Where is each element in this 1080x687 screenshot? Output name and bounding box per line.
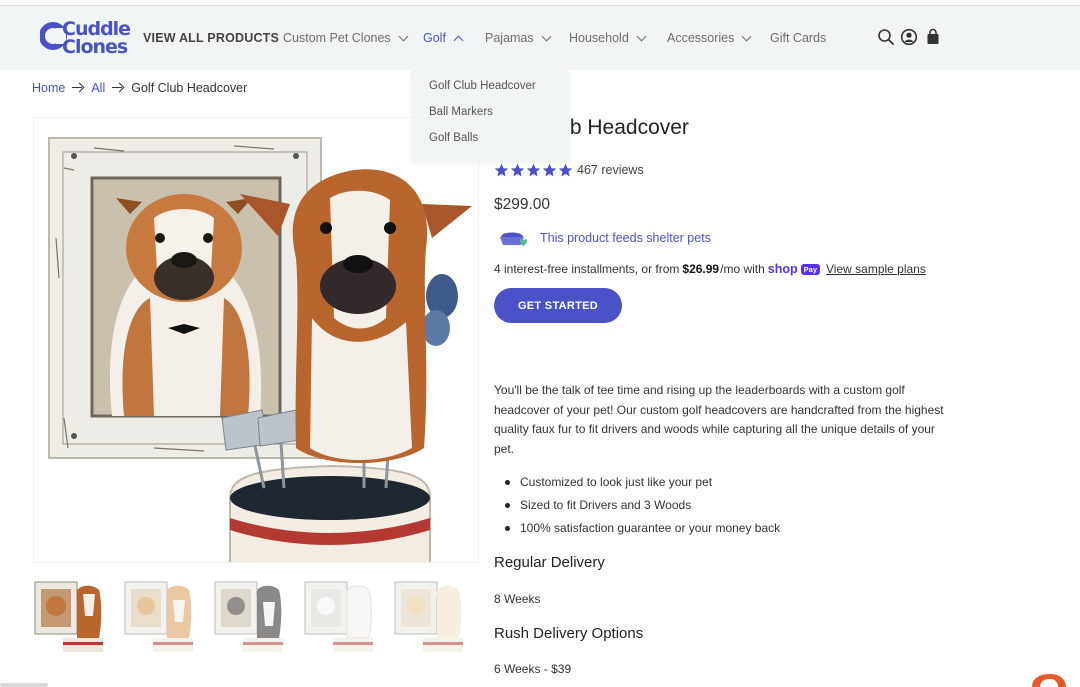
chevron-down-icon <box>541 31 552 41</box>
site-header: Cuddle Clones VIEW ALL PRODUCTS Custom P… <box>0 6 1080 70</box>
nav-label: Custom Pet Clones <box>283 31 391 45</box>
bulldog-headcover-illustration <box>48 137 472 562</box>
nav-pajamas[interactable]: Pajamas <box>485 6 552 70</box>
star-icon <box>494 163 509 176</box>
nav-label: Accessories <box>667 31 735 45</box>
installments-prefix: 4 interest-free installments, or from <box>494 262 680 276</box>
breadcrumb-all[interactable]: All <box>91 81 105 95</box>
chevron-down-icon <box>398 31 409 41</box>
golf-dropdown-menu: Golf Club Headcover Ball Markers Golf Ba… <box>411 70 569 162</box>
get-started-button[interactable]: GET STARTED <box>494 288 622 323</box>
shelter-pets-text: This product feeds shelter pets <box>540 231 711 245</box>
account-icon[interactable] <box>900 28 918 46</box>
thumbnail-3[interactable] <box>213 576 285 652</box>
nav-custom-pet-clones[interactable]: Custom Pet Clones <box>283 6 409 70</box>
rush-delivery-heading: Rush Delivery Options <box>494 625 644 642</box>
feature-list: Customized to look just like your pet Si… <box>494 473 946 542</box>
thumbnail-1[interactable] <box>33 576 105 652</box>
nav-gift-cards[interactable]: Gift Cards <box>770 6 826 70</box>
review-count: 467 reviews <box>577 163 644 177</box>
chevron-down-icon <box>741 31 752 41</box>
product-rating[interactable]: 467 reviews <box>494 162 644 178</box>
regular-delivery-value: 8 Weeks <box>494 592 541 606</box>
nav-household[interactable]: Household <box>569 6 647 70</box>
star-icon <box>558 163 573 176</box>
installment-amount: $26.99 <box>682 262 720 276</box>
pet-bowl-heart-icon <box>500 232 527 247</box>
nav-label: Pajamas <box>485 31 534 45</box>
nav-view-all-products[interactable]: VIEW ALL PRODUCTS <box>143 6 279 70</box>
breadcrumb-home[interactable]: Home <box>32 81 65 95</box>
arrow-right-icon <box>72 83 84 93</box>
star-rating <box>494 163 574 178</box>
search-icon[interactable] <box>877 28 895 46</box>
thumbnail-2[interactable] <box>123 576 195 652</box>
regular-delivery-heading: Regular Delivery <box>494 554 605 571</box>
horizontal-scrollbar[interactable] <box>0 683 48 687</box>
product-description: You'll be the talk of tee time and risin… <box>494 383 944 456</box>
product-price: $299.00 <box>494 196 551 213</box>
nav-label: Household <box>569 31 629 45</box>
nav-label: Gift Cards <box>770 31 827 45</box>
cuddle-clones-logo[interactable]: Cuddle Clones <box>39 18 131 62</box>
rush-delivery-value: 6 Weeks - $39 <box>494 662 572 676</box>
logo-line-2: Clones <box>62 36 128 58</box>
nav-golf[interactable]: Golf <box>423 6 464 70</box>
chat-widget-icon[interactable] <box>1028 672 1068 687</box>
feature-item: Customized to look just like your pet <box>494 473 946 496</box>
breadcrumb-current: Golf Club Headcover <box>131 81 248 95</box>
thumbnail-4[interactable] <box>303 576 375 652</box>
menu-item-golf-club-headcover[interactable]: Golf Club Headcover <box>429 80 536 92</box>
thumbnail-5[interactable] <box>393 576 465 652</box>
shop-pay-badge: Pay <box>800 263 821 275</box>
star-icon <box>542 163 557 176</box>
arrow-right-icon <box>112 83 124 93</box>
nav-label: Golf <box>423 31 446 45</box>
nav-accessories[interactable]: Accessories <box>667 6 752 70</box>
breadcrumb: Home All Golf Club Headcover <box>32 80 247 96</box>
shop-pay-logo-text: shop <box>767 262 798 276</box>
chevron-down-icon <box>636 31 647 41</box>
feature-item: Sized to fit Drivers and 3 Woods <box>494 496 946 519</box>
chevron-up-icon <box>453 35 464 45</box>
product-main-image[interactable] <box>33 117 479 563</box>
nav-label: VIEW ALL PRODUCTS <box>143 31 280 45</box>
feature-item: 100% satisfaction guarantee or your mone… <box>494 519 946 542</box>
cart-bag-icon[interactable] <box>924 28 942 46</box>
shop-pay-installments: 4 interest-free installments, or from $2… <box>494 261 926 277</box>
menu-item-golf-balls[interactable]: Golf Balls <box>429 132 478 144</box>
star-icon <box>510 163 525 176</box>
view-sample-plans-link[interactable]: View sample plans <box>826 262 926 276</box>
installments-suffix: /mo with <box>720 262 765 276</box>
menu-item-ball-markers[interactable]: Ball Markers <box>429 106 493 118</box>
shelter-pets-link[interactable]: This product feeds shelter pets <box>498 226 711 250</box>
star-icon <box>526 163 541 176</box>
